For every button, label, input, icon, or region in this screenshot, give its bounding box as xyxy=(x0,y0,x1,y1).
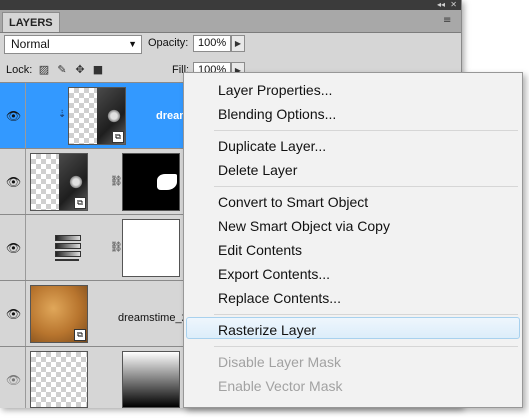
tab-bar: LAYERS ≡ xyxy=(0,10,461,33)
menu-item-enable-vector-mask: Enable Vector Mask xyxy=(218,378,343,394)
opacity-input[interactable]: 100% xyxy=(193,35,231,52)
tab-layers[interactable]: LAYERS xyxy=(2,12,60,32)
link-icon: ⇣ xyxy=(58,109,67,120)
chain-link-icon[interactable]: ⛓ xyxy=(110,175,123,189)
close-icon[interactable]: ✕ xyxy=(450,0,457,10)
smart-object-badge-icon: ⧉ xyxy=(74,329,86,341)
lock-transparent-pixels-icon[interactable]: ▨ xyxy=(38,64,50,76)
lock-image-pixels-icon[interactable]: ✎ xyxy=(56,64,68,76)
blend-mode-value: Normal xyxy=(11,37,50,51)
layer-mask-thumbnail[interactable] xyxy=(122,351,180,408)
eye-icon: 👁 xyxy=(6,109,22,123)
menu-item-convert-to-smart-object[interactable]: Convert to Smart Object xyxy=(218,193,368,211)
lock-all-icon[interactable]: ■ xyxy=(92,64,104,76)
menu-item-rasterize-layer[interactable]: Rasterize Layer xyxy=(218,321,316,339)
opacity-label: Opacity: xyxy=(148,37,189,49)
visibility-toggle[interactable]: 👁 xyxy=(0,347,26,408)
eye-icon: 👁 xyxy=(6,373,22,387)
menu-separator xyxy=(214,186,518,187)
visibility-toggle[interactable]: 👁 xyxy=(0,281,26,346)
panel-titlebar: ◂◂ ✕ xyxy=(0,0,461,10)
visibility-toggle[interactable]: 👁 xyxy=(0,215,26,280)
menu-item-layer-properties[interactable]: Layer Properties... xyxy=(218,81,332,99)
opacity-slider-arrow-icon[interactable]: ▶ xyxy=(231,35,245,52)
chevron-down-icon: ▼ xyxy=(128,39,137,49)
menu-item-duplicate-layer[interactable]: Duplicate Layer... xyxy=(218,137,326,155)
menu-item-disable-layer-mask: Disable Layer Mask xyxy=(218,354,341,370)
visibility-toggle[interactable]: 👁 xyxy=(0,149,26,214)
menu-item-new-smart-object-via-copy[interactable]: New Smart Object via Copy xyxy=(218,217,390,235)
visibility-toggle[interactable]: 👁 xyxy=(0,83,26,148)
layer-thumbnail: ⧉ xyxy=(30,285,88,343)
menu-item-blending-options[interactable]: Blending Options... xyxy=(218,105,336,123)
menu-item-edit-contents[interactable]: Edit Contents xyxy=(218,241,302,259)
layer-thumbnail xyxy=(30,351,88,408)
menu-separator xyxy=(214,346,518,347)
panel-menu-icon[interactable]: ≡ xyxy=(443,15,457,27)
layer-mask-thumbnail[interactable] xyxy=(122,219,180,277)
context-menu: Layer Properties... Blending Options... … xyxy=(183,72,523,408)
chain-link-icon[interactable]: ⛓ xyxy=(110,241,123,255)
smart-object-badge-icon: ⧉ xyxy=(112,131,124,143)
smart-object-badge-icon: ⧉ xyxy=(74,197,86,209)
lock-label: Lock: xyxy=(6,64,33,76)
menu-item-replace-contents[interactable]: Replace Contents... xyxy=(218,289,341,307)
collapse-icon[interactable]: ◂◂ xyxy=(437,0,445,10)
eye-icon: 👁 xyxy=(6,241,22,255)
layer-name[interactable]: dreamstime_2 xyxy=(118,312,188,324)
eye-icon: 👁 xyxy=(6,175,22,189)
layer-mask-thumbnail[interactable] xyxy=(122,153,180,211)
menu-item-export-contents[interactable]: Export Contents... xyxy=(218,265,330,283)
menu-item-delete-layer[interactable]: Delete Layer xyxy=(218,161,297,179)
layer-thumbnail: ⧉ xyxy=(68,87,126,145)
eye-icon: 👁 xyxy=(6,307,22,321)
blend-mode-dropdown[interactable]: Normal ▼ xyxy=(4,35,142,54)
lock-position-icon[interactable]: ✥ xyxy=(74,64,86,76)
menu-separator xyxy=(214,314,518,315)
adjustment-layer-icon xyxy=(50,231,84,265)
menu-separator xyxy=(214,130,518,131)
layer-thumbnail: ⧉ xyxy=(30,153,88,211)
